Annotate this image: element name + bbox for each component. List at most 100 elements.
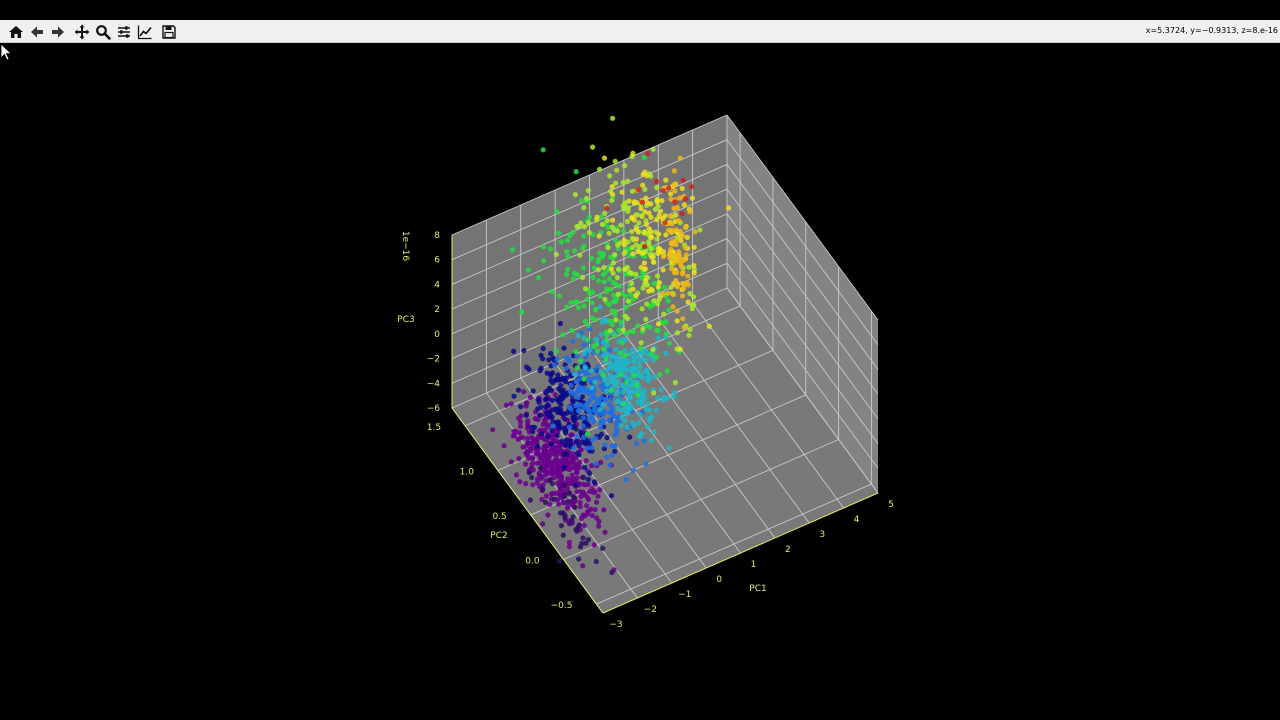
scatter-point [644,274,650,280]
scatter-point [649,234,655,240]
scatter-point [662,220,668,226]
scatter-point [674,318,680,324]
scatter-point [644,282,651,288]
scatter-point [521,348,527,354]
scatter-point [604,351,610,357]
scatter-point [560,332,566,338]
scatter-point [604,367,610,373]
scatter-point [556,501,562,507]
scatter-point [534,460,540,466]
scatter-point [545,434,551,440]
scatter-point [596,166,603,172]
scatter-point [650,146,656,152]
zoom-button[interactable] [93,22,113,41]
pan-button[interactable] [72,22,92,41]
scatter-point [574,489,580,495]
scatter-point [678,263,684,269]
scatter-point [570,276,576,282]
scatter-point [563,365,570,371]
scatter-point [526,448,532,454]
scatter-point [558,473,564,479]
back-button[interactable] [27,22,47,41]
scatter-point [562,514,568,521]
scatter-point [631,200,637,206]
scatter-point [666,340,673,346]
scatter-point [651,298,657,304]
scatter-point [612,312,618,318]
scatter-point [586,229,593,236]
scatter-point [593,336,599,343]
y-tick-label: 0.0 [525,557,540,567]
scatter-point [572,371,578,377]
scatter-point [648,246,654,252]
scatter-point [631,359,638,365]
scatter-point [560,499,566,506]
z-tick-label: 4 [434,280,440,290]
scatter-point [609,184,615,190]
home-button[interactable] [6,22,26,41]
scatter-point [523,412,529,418]
scatter-point [625,205,632,211]
scatter-point [549,481,556,487]
scatter-point [601,279,607,285]
3d-scatter-plot[interactable]: −3−2−1012345−0.50.00.51.01.5−6−4−202468 … [0,43,1280,720]
scatter-point [534,443,541,449]
scatter-point [591,479,598,485]
scatter-point [624,379,630,386]
scatter-point [523,461,529,467]
scatter-point [615,362,621,368]
scatter-point [501,443,507,449]
scatter-point [564,304,570,310]
save-button[interactable] [159,22,179,41]
scatter-point [526,366,532,372]
scatter-point [598,459,604,465]
scatter-point [640,182,646,188]
scatter-point [573,482,579,488]
scatter-point [516,456,522,462]
edit-axes-button[interactable] [135,22,155,41]
scatter-point [623,477,629,483]
y-tick-label: −0.5 [551,601,573,611]
subplots-button[interactable] [114,22,134,41]
scatter-point [678,238,684,244]
scatter-point [547,413,553,419]
scatter-point [640,171,646,177]
scatter-point [583,195,590,202]
scatter-point [726,205,732,211]
scatter-point [615,405,621,411]
forward-button[interactable] [48,22,68,41]
scatter-point [594,214,600,220]
scatter-point [584,445,591,451]
scatter-point [556,386,562,392]
scatter-point [577,459,583,465]
scatter-point [548,246,554,252]
scatter-point [635,392,641,398]
scatter-point [599,394,605,400]
scatter-point [540,450,546,456]
scatter-point [552,469,558,475]
scatter-point [679,293,686,299]
scatter-point [674,308,680,314]
scatter-point [529,454,536,461]
scatter-point [586,423,592,429]
scatter-point [604,289,610,295]
scatter-point [574,390,580,396]
scatter-point [530,482,536,488]
scatter-point [667,213,674,219]
scatter-point [543,493,550,499]
scatter-point [596,278,602,284]
scatter-point [508,401,514,407]
scatter-point [610,217,616,223]
scatter-point [687,326,693,333]
figure-canvas[interactable]: −3 −2 −1 0 1 2 3 4 5 −0.5 0.0 0.5 1.0 1.5 −6 −4 −2 0 2 4 6 8 … [0,43,1280,720]
scatter-point [626,351,633,357]
scatter-point [620,327,626,333]
scatter-point [634,212,641,218]
scatter-point [574,365,580,371]
scatter-point [652,206,659,212]
scatter-point [594,499,600,505]
scatter-point [579,274,586,280]
scatter-point [637,412,643,418]
scatter-point [600,372,606,378]
scatter-point [621,250,627,257]
